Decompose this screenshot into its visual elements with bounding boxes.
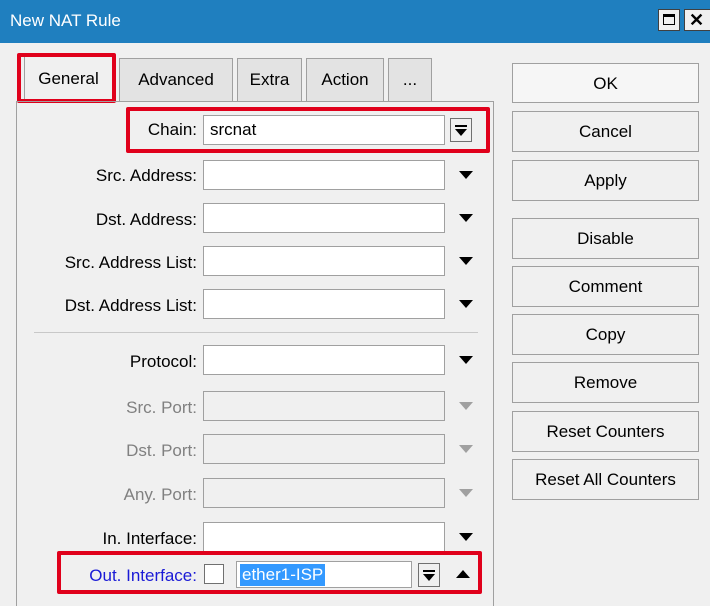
dst-address-field[interactable]: [203, 203, 445, 233]
comment-label: Comment: [568, 277, 643, 296]
dst-port-dropdown-icon: [459, 445, 473, 453]
section-divider: [34, 332, 478, 333]
copy-label: Copy: [585, 325, 626, 344]
dst-port-field: [203, 434, 445, 464]
apply-button[interactable]: Apply: [512, 160, 699, 201]
reset-counters-button[interactable]: Reset Counters: [512, 411, 699, 452]
ok-label: OK: [593, 74, 618, 93]
tab-action-label: Action: [321, 70, 369, 89]
disable-label: Disable: [577, 229, 634, 248]
close-icon[interactable]: ✕: [684, 9, 710, 31]
cancel-button[interactable]: Cancel: [512, 111, 699, 152]
apply-label: Apply: [584, 171, 627, 190]
reset-counters-label: Reset Counters: [546, 422, 665, 441]
in-interface-label: In. Interface:: [102, 529, 198, 548]
window-title: New NAT Rule: [10, 11, 121, 30]
src-address-list-dropdown-icon[interactable]: [459, 257, 473, 265]
reset-all-counters-label: Reset All Counters: [535, 470, 676, 489]
any-port-dropdown-icon: [459, 489, 473, 497]
src-address-field[interactable]: [203, 160, 445, 190]
src-address-label: Src. Address:: [95, 166, 197, 185]
src-address-list-field[interactable]: [203, 246, 445, 276]
tab-action[interactable]: Action: [306, 58, 384, 102]
cancel-label: Cancel: [579, 122, 632, 141]
new-nat-rule-window: New NAT Rule ✕ General Advanced Extra Ac…: [0, 0, 710, 606]
tab-extra[interactable]: Extra: [237, 58, 302, 102]
in-interface-field[interactable]: [203, 522, 445, 552]
dst-address-list-field[interactable]: [203, 289, 445, 319]
reset-all-counters-button[interactable]: Reset All Counters: [512, 459, 699, 500]
general-tab-highlight: [17, 53, 116, 103]
dst-address-dropdown-icon[interactable]: [459, 214, 473, 222]
disable-button[interactable]: Disable: [512, 218, 699, 259]
chain-highlight: [126, 107, 490, 153]
restore-icon[interactable]: [658, 9, 680, 31]
comment-button[interactable]: Comment: [512, 266, 699, 307]
remove-button[interactable]: Remove: [512, 362, 699, 403]
in-interface-dropdown-icon[interactable]: [459, 533, 473, 541]
any-port-field: [203, 478, 445, 508]
ok-button[interactable]: OK: [512, 63, 699, 103]
src-port-label: Src. Port:: [126, 398, 197, 417]
out-interface-highlight: [57, 551, 482, 594]
any-port-label: Any. Port:: [123, 485, 197, 504]
tab-extra-label: Extra: [249, 70, 290, 89]
copy-button[interactable]: Copy: [512, 314, 699, 355]
protocol-field[interactable]: [203, 345, 445, 375]
src-port-dropdown-icon: [459, 402, 473, 410]
remove-label: Remove: [573, 373, 638, 392]
protocol-label: Protocol:: [129, 352, 197, 371]
src-address-list-label: Src. Address List:: [64, 253, 197, 272]
dst-address-label: Dst. Address:: [95, 210, 197, 229]
src-address-dropdown-icon[interactable]: [459, 171, 473, 179]
tab-more-label: ...: [402, 70, 418, 89]
title-bar[interactable]: New NAT Rule ✕: [0, 0, 710, 43]
dst-address-list-label: Dst. Address List:: [64, 296, 197, 315]
dst-address-list-dropdown-icon[interactable]: [459, 300, 473, 308]
dst-port-label: Dst. Port:: [126, 441, 197, 460]
tab-advanced-label: Advanced: [138, 70, 214, 89]
src-port-field: [203, 391, 445, 421]
tab-more[interactable]: ...: [388, 58, 432, 102]
tab-advanced[interactable]: Advanced: [119, 58, 233, 102]
protocol-dropdown-icon[interactable]: [459, 356, 473, 364]
